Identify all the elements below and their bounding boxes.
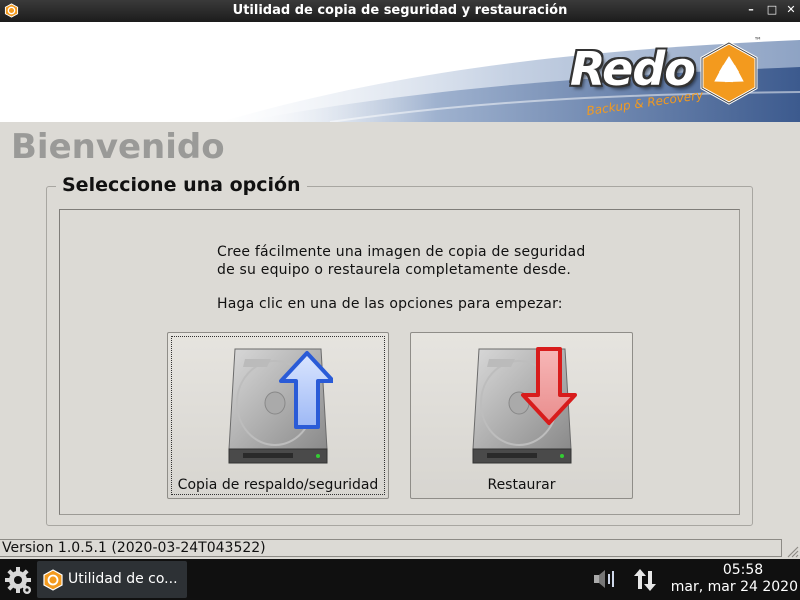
network-arrows-icon[interactable] (632, 567, 658, 593)
hard-drive-backup-icon (228, 348, 333, 464)
version-statusbar: Version 1.0.5.1 (2020-03-24T043522) (0, 539, 782, 557)
taskbar: Utilidad de co... 05:58 mar, mar 24 2020 (0, 559, 800, 600)
taskbar-item-label: Utilidad de co... (68, 571, 178, 587)
clock-date[interactable]: mar, mar 24 2020 (660, 579, 798, 595)
volume-icon[interactable] (592, 566, 618, 592)
logo-trademark: ™ (754, 36, 762, 45)
clock-time[interactable]: 05:58 (660, 562, 796, 578)
backup-button[interactable]: Copia de respaldo/seguridad (167, 332, 389, 499)
taskbar-item-app[interactable]: Utilidad de co... (37, 561, 187, 598)
redo-logo-icon (43, 569, 63, 591)
window-titlebar[interactable]: Utilidad de copia de seguridad y restaur… (0, 0, 800, 22)
backup-label: Copia de respaldo/seguridad (177, 477, 379, 493)
redo-logo: Redo Backup & Recovery ™ (568, 34, 768, 122)
instruction-text: Haga clic en una de las opciones para em… (217, 296, 563, 312)
resize-grip-icon[interactable] (782, 539, 800, 559)
logo-wordmark: Redo (570, 42, 696, 96)
maximize-button[interactable]: □ (764, 2, 780, 18)
recycle-logo-icon (700, 41, 758, 105)
window-title: Utilidad de copia de seguridad y restaur… (232, 3, 568, 18)
description-line-2: de su equipo o restaurela completamente … (217, 262, 572, 278)
hard-drive-restore-icon (471, 347, 577, 464)
minimize-button[interactable]: – (743, 2, 759, 18)
welcome-heading: Bienvenido (11, 127, 225, 167)
description-line-1: Cree fácilmente una imagen de copia de s… (217, 244, 586, 260)
gear-icon[interactable] (3, 565, 33, 595)
restore-label: Restaurar (487, 477, 556, 493)
restore-button[interactable]: Restaurar (410, 332, 633, 499)
close-button[interactable]: ✕ (783, 2, 799, 18)
header-banner: Redo Backup & Recovery ™ (0, 22, 800, 122)
groupbox-title: Seleccione una opción (56, 174, 307, 196)
